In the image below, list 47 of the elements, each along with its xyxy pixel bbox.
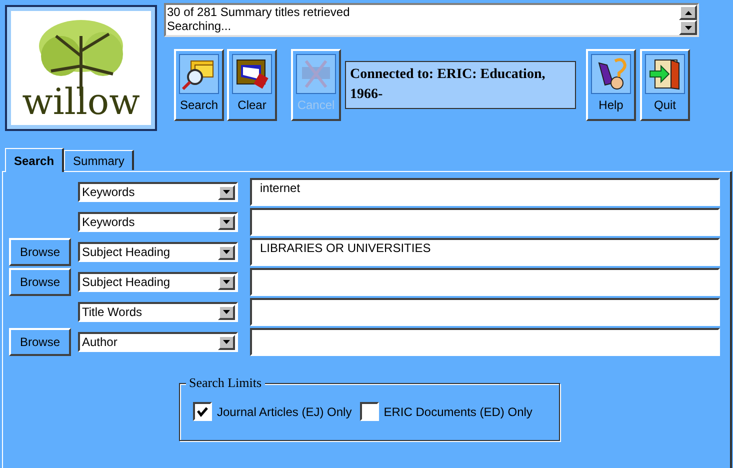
- field-dropdown[interactable]: Subject Heading: [78, 272, 238, 292]
- checkbox[interactable]: [193, 402, 212, 421]
- dropdown-arrow-button[interactable]: [218, 184, 235, 200]
- tab[interactable]: Search: [5, 148, 64, 172]
- search-field[interactable]: internet: [250, 178, 720, 206]
- browse-button[interactable]: Browse: [9, 238, 71, 266]
- scroll-up-button[interactable]: [679, 5, 697, 20]
- search-field[interactable]: LIBRARIES OR UNIVERSITIES: [250, 238, 720, 266]
- search-field[interactable]: [250, 298, 720, 326]
- field-dropdown[interactable]: Author: [78, 332, 238, 352]
- browse-button[interactable]: Browse: [9, 268, 71, 296]
- dropdown-caret-icon: [223, 310, 230, 314]
- dropdown-caret-icon: [223, 190, 230, 194]
- connection-status: Connected to: ERIC: Education, 1966-: [345, 61, 576, 109]
- logo-text: willow: [22, 85, 140, 121]
- checkbox-label: ERIC Documents (ED) Only: [384, 404, 532, 420]
- dropdown-caret-icon: [223, 340, 230, 344]
- scroll-down-button[interactable]: [679, 20, 697, 35]
- checkmark-icon: [197, 406, 208, 416]
- status-line: Searching...: [167, 19, 232, 33]
- dropdown-arrow-button[interactable]: [218, 334, 235, 350]
- dropdown-caret-icon: [223, 250, 230, 254]
- scroll-down-icon: [684, 26, 692, 30]
- search-field[interactable]: [250, 328, 720, 356]
- search-field[interactable]: [250, 208, 720, 236]
- checkbox[interactable]: [360, 402, 379, 421]
- dropdown-arrow-button[interactable]: [218, 304, 235, 320]
- checkbox-label: Journal Articles (EJ) Only: [217, 404, 352, 420]
- status-line: 30 of 281 Summary titles retrieved: [167, 5, 351, 19]
- dropdown-arrow-button[interactable]: [218, 274, 235, 290]
- dropdown-arrow-button[interactable]: [218, 244, 235, 260]
- field-dropdown[interactable]: Subject Heading: [78, 242, 238, 262]
- search-button[interactable]: Search: [174, 49, 224, 121]
- field-dropdown[interactable]: Keywords: [78, 182, 238, 202]
- scroll-up-icon: [684, 10, 692, 14]
- quit-button[interactable]: Quit: [640, 49, 690, 121]
- clear-button[interactable]: Clear: [227, 49, 277, 121]
- dropdown-arrow-button[interactable]: [218, 214, 235, 230]
- help-button[interactable]: Help: [586, 49, 636, 121]
- field-dropdown[interactable]: Keywords: [78, 212, 238, 232]
- browse-button[interactable]: Browse: [9, 328, 71, 356]
- field-dropdown[interactable]: Title Words: [78, 302, 238, 322]
- tab[interactable]: Summary: [64, 150, 134, 170]
- eraser-icon: [234, 57, 270, 91]
- search-field[interactable]: [250, 268, 720, 296]
- dropdown-caret-icon: [223, 220, 230, 224]
- dropdown-caret-icon: [223, 280, 230, 284]
